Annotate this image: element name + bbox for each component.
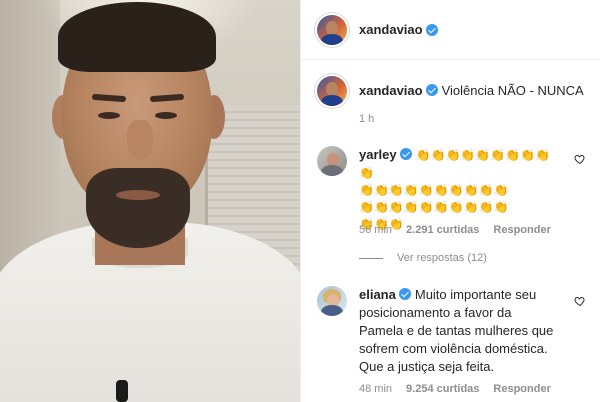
comment-text-line: 👏👏👏👏👏👏👏👏👏👏 [359,200,509,214]
comment-likes[interactable]: 2.291 curtidas [406,224,479,236]
post-header: xandaviao [301,0,600,60]
caption-timestamp[interactable]: 1 h [359,113,374,125]
bracelet [116,380,128,402]
reply-button[interactable]: Responder [493,383,550,395]
beard [86,168,190,248]
comment-text-line: 👏👏👏👏👏👏👏👏👏👏 [359,183,509,197]
reply-button[interactable]: Responder [493,224,550,236]
comment-item: eliana Muito importante seu posicionament… [317,286,589,376]
verified-badge-icon [425,23,438,36]
view-replies-label: Ver respostas (12) [397,252,487,264]
author-username[interactable]: xandaviao [359,22,423,37]
commenter-username[interactable]: yarley [359,147,397,162]
comment-timestamp[interactable]: 48 min [359,383,392,395]
comment-meta: 48 min 9.254 curtidas Responder [359,383,565,395]
caption-text: Violência NÃO - NUNCA [441,83,584,98]
author-avatar[interactable] [317,14,347,45]
verified-badge-icon [399,148,412,160]
post-video[interactable] [0,0,300,402]
verified-badge-icon [398,288,411,300]
comment-timestamp[interactable]: 56 min [359,224,392,236]
heart-icon[interactable] [574,295,586,307]
caption-avatar[interactable] [317,76,347,106]
commenter-avatar[interactable] [317,146,347,176]
caption-username[interactable]: xandaviao [359,83,423,98]
post-caption: xandaviao Violência NÃO - NUNCA [317,76,589,106]
comment-meta: 56 min 2.291 curtidas Responder [359,224,565,236]
post-side-panel: xandaviao xandaviao Violência NÃO - NUNCA… [300,0,600,402]
comment-item: yarley 👏👏👏👏👏👏👏👏👏👏 👏👏👏👏👏👏👏👏👏👏 👏👏👏👏👏👏👏👏👏👏 👏… [317,146,589,233]
verified-badge-icon [425,84,438,96]
comment-likes[interactable]: 9.254 curtidas [406,383,479,395]
commenter-avatar[interactable] [317,286,347,316]
view-replies-button[interactable]: Ver respostas (12) [359,252,487,264]
heart-icon[interactable] [574,153,586,165]
commenter-username[interactable]: eliana [359,287,396,302]
